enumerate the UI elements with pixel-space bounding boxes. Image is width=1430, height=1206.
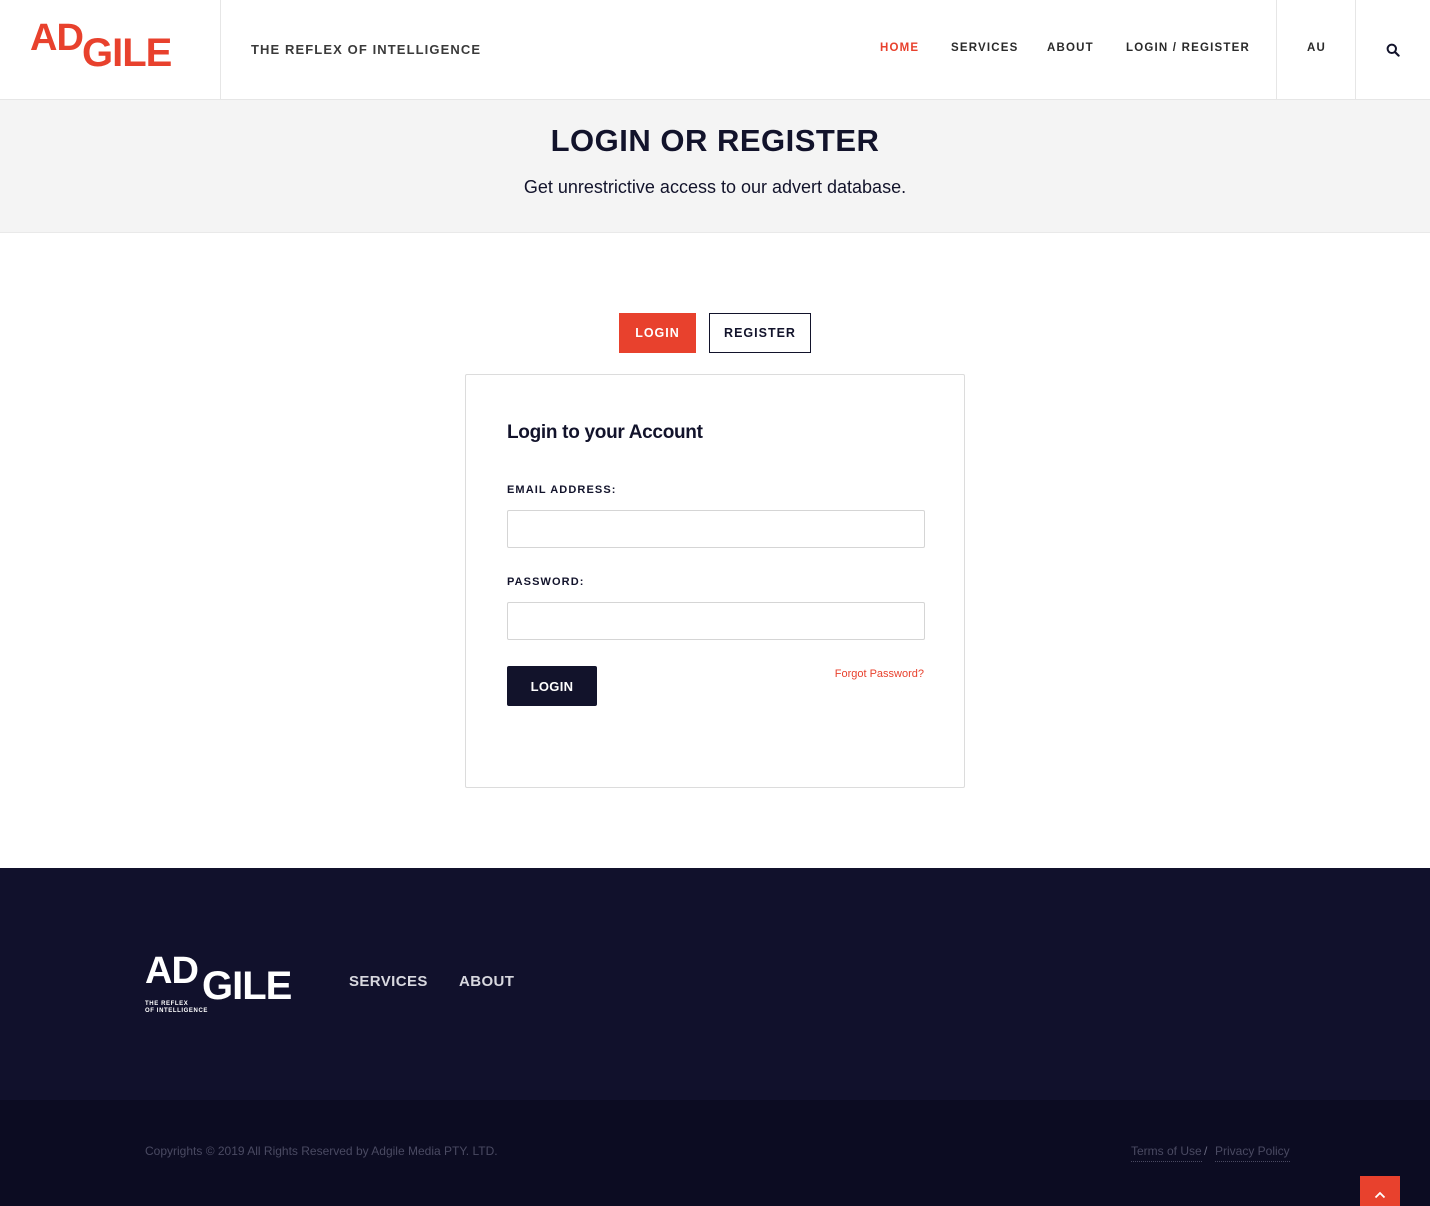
footer-logo-text-ad: AD (145, 950, 199, 992)
copyright-text: Copyrights © 2019 All Rights Reserved by… (145, 1144, 498, 1158)
page-title: LOGIN OR REGISTER (550, 123, 880, 158)
login-button[interactable]: LOGIN (507, 666, 597, 706)
nav-login-register[interactable]: LOGIN / REGISTER (1126, 42, 1250, 54)
footer-logo[interactable]: AD GILE THE REFLEX OF INTELLIGENCE (145, 952, 305, 1016)
footer-nav-about[interactable]: ABOUT (459, 973, 514, 990)
password-field[interactable] (507, 602, 925, 640)
nav-divider (1355, 0, 1356, 99)
nav-home[interactable]: HOME (880, 42, 919, 54)
page-hero: LOGIN OR REGISTER Get unrestrictive acce… (0, 100, 1430, 233)
footer-nav-services[interactable]: SERVICES (349, 973, 428, 990)
site-header: AD GILE THE REFLEX OF INTELLIGENCE HOME … (0, 0, 1430, 100)
terms-of-use-link[interactable]: Terms of Use (1131, 1144, 1202, 1162)
logo-text-gile: GILE (82, 31, 172, 75)
forgot-password-link[interactable]: Forgot Password? (835, 668, 924, 680)
site-footer: AD GILE THE REFLEX OF INTELLIGENCE SERVI… (0, 868, 1430, 1100)
login-card-title: Login to your Account (507, 422, 703, 443)
tab-login[interactable]: LOGIN (619, 313, 696, 353)
nav-about[interactable]: ABOUT (1047, 42, 1094, 54)
nav-divider (1276, 0, 1277, 99)
page-subtitle: Get unrestrictive access to our advert d… (523, 177, 907, 197)
site-tagline: THE REFLEX OF INTELLIGENCE (251, 42, 482, 57)
back-to-top-button[interactable] (1360, 1176, 1400, 1206)
footer-logo-tagline-line2: OF INTELLIGENCE (145, 1008, 208, 1014)
email-field[interactable] (507, 510, 925, 548)
footer-link-separator: / (1204, 1144, 1208, 1158)
footer-logo-text-gile: GILE (202, 964, 292, 1008)
region-selector[interactable]: AU (1307, 42, 1326, 54)
footer-bottom-bar: Copyrights © 2019 All Rights Reserved by… (0, 1100, 1430, 1206)
footer-logo-tagline: THE REFLEX OF INTELLIGENCE (145, 1001, 225, 1015)
tab-register[interactable]: REGISTER (709, 313, 811, 353)
logo-text-ad: AD (30, 17, 84, 59)
chevron-up-icon (1374, 1186, 1386, 1204)
password-label: PASSWORD: (507, 576, 585, 588)
login-card: Login to your Account EMAIL ADDRESS: PAS… (465, 374, 965, 788)
email-label: EMAIL ADDRESS: (507, 484, 617, 496)
footer-logo-tagline-line1: THE REFLEX (145, 1001, 189, 1007)
logo-cell: AD GILE (0, 0, 221, 99)
adgile-logo[interactable]: AD GILE (30, 19, 190, 75)
nav-services[interactable]: SERVICES (951, 42, 1019, 54)
search-icon[interactable] (1386, 43, 1400, 57)
privacy-policy-link[interactable]: Privacy Policy (1215, 1144, 1290, 1162)
